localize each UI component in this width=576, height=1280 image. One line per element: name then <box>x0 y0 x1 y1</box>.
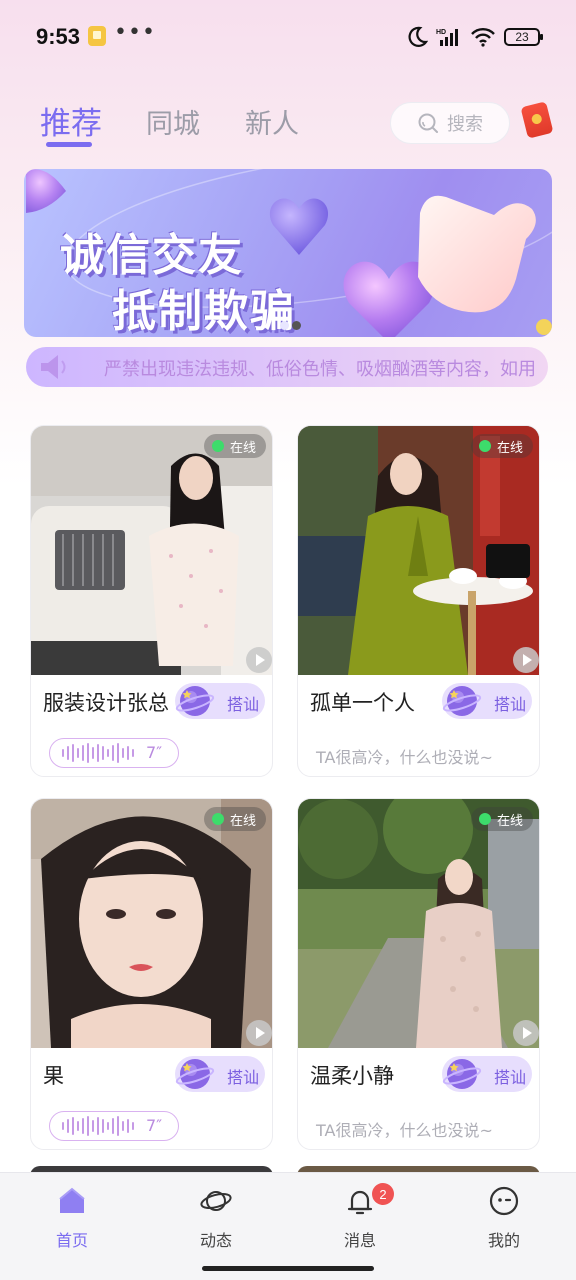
banner-title-line2: 抵制欺骗 <box>112 286 296 337</box>
greet-button[interactable]: 搭讪 <box>175 1056 265 1092</box>
planet-icon <box>175 1059 215 1089</box>
greet-button[interactable]: 搭讪 <box>442 1056 532 1092</box>
online-dot <box>478 440 491 452</box>
user-name: 温柔小静 <box>310 1064 394 1088</box>
online-dot <box>478 813 491 825</box>
greet-label: 搭讪 <box>494 1068 527 1087</box>
user-name: 果 <box>43 1064 64 1088</box>
banner-pager-dot-1 <box>280 321 289 330</box>
online-label: 在线 <box>496 440 523 456</box>
greet-label: 搭讪 <box>494 695 527 714</box>
moon-icon <box>408 26 428 47</box>
search-label: 搜索 <box>447 114 483 135</box>
planet-icon <box>200 1191 232 1211</box>
user-card[interactable]: 在线 果 搭讪 7″ <box>30 798 273 1150</box>
red-packet-icon[interactable] <box>520 101 554 139</box>
home-icon <box>59 1187 85 1213</box>
top-nav: 推荐 同城 新人 搜索 <box>0 96 576 156</box>
planet-icon <box>442 686 482 716</box>
user-bio: TA很高冷，什么也没说~ <box>316 748 493 767</box>
online-label: 在线 <box>496 813 523 829</box>
online-dot <box>211 440 224 452</box>
search-icon <box>418 113 438 133</box>
banner-title-line1: 诚信交友 <box>60 230 244 281</box>
active-tab-indicator <box>46 142 92 147</box>
greet-label: 搭讪 <box>227 1068 260 1087</box>
battery-level: 23 <box>515 30 529 44</box>
home-indicator[interactable] <box>202 1266 374 1271</box>
nav-profile[interactable]: 我的 <box>454 1173 554 1257</box>
bottom-nav: 首页 动态 2 消息 我的 <box>0 1172 576 1256</box>
online-label: 在线 <box>229 440 256 456</box>
notice-bar: 严禁出现违法违规、低俗色情、吸烟酗酒等内容，如用 <box>26 347 548 387</box>
speaker-icon <box>41 355 66 379</box>
play-icon[interactable] <box>246 647 272 673</box>
nav-messages-label: 消息 <box>343 1231 376 1250</box>
svg-text:HD: HD <box>436 29 446 36</box>
unread-badge: 2 <box>372 1183 394 1205</box>
nav-profile-label: 我的 <box>487 1231 520 1250</box>
status-bar: 9:53 ••• HD 23 <box>0 0 576 72</box>
notes-app-icon <box>88 26 106 46</box>
play-icon[interactable] <box>513 1020 539 1046</box>
planet-icon <box>175 686 215 716</box>
user-card[interactable]: 在线 孤单一个人 搭讪 TA很高冷，什么也没说~ <box>297 425 540 777</box>
bell-icon <box>347 1190 373 1215</box>
online-status-badge: 在线 <box>470 807 533 831</box>
voice-intro-button[interactable]: 7″ <box>49 738 179 768</box>
nav-moments[interactable]: 动态 <box>166 1173 266 1257</box>
status-indicators: HD 23 <box>406 26 543 48</box>
tab-recommend[interactable]: 推荐 <box>40 98 102 143</box>
user-card[interactable]: 在线 服装设计张总 搭讪 7″ <box>30 425 273 777</box>
user-card[interactable]: 在线 温柔小静 搭讪 TA很高冷，什么也没说~ <box>297 798 540 1150</box>
status-time: 9:53 <box>36 24 81 49</box>
wifi-icon <box>471 28 495 47</box>
voice-duration: 7″ <box>146 1116 163 1135</box>
nav-messages[interactable]: 2 消息 <box>310 1173 410 1257</box>
greet-button[interactable]: 搭讪 <box>442 683 532 719</box>
banner-pager-dot-2 <box>292 321 301 330</box>
voice-intro-button[interactable]: 7″ <box>49 1111 179 1141</box>
nav-home[interactable]: 首页 <box>22 1173 122 1257</box>
online-status-badge: 在线 <box>470 434 533 458</box>
voice-wave-icon <box>62 743 134 763</box>
promo-banner[interactable]: 诚信交友 抵制欺骗 <box>24 169 552 337</box>
online-label: 在线 <box>229 813 256 829</box>
user-photo[interactable]: 在线 <box>298 799 539 1048</box>
nav-home-label: 首页 <box>55 1231 88 1250</box>
play-icon[interactable] <box>246 1020 272 1046</box>
user-name: 孤单一个人 <box>310 691 415 715</box>
online-status-badge: 在线 <box>203 434 266 458</box>
tab-nearby[interactable]: 同城 <box>146 102 200 141</box>
planet-icon <box>442 1059 482 1089</box>
online-status-badge: 在线 <box>203 807 266 831</box>
greet-label: 搭讪 <box>227 695 260 714</box>
tab-newcomers[interactable]: 新人 <box>245 102 299 141</box>
user-photo[interactable]: 在线 <box>298 426 539 675</box>
notice-text: 严禁出现违法违规、低俗色情、吸烟酗酒等内容，如用 <box>104 359 536 380</box>
search-button[interactable]: 搜索 <box>390 102 510 144</box>
user-bio: TA很高冷，什么也没说~ <box>316 1121 493 1140</box>
play-icon[interactable] <box>513 647 539 673</box>
nav-moments-label: 动态 <box>199 1231 232 1250</box>
cell-signal-icon: HD <box>436 29 458 46</box>
user-photo[interactable]: 在线 <box>31 426 272 675</box>
user-name: 服装设计张总 <box>43 691 169 715</box>
voice-wave-icon <box>62 1116 134 1136</box>
user-photo[interactable]: 在线 <box>31 799 272 1048</box>
face-icon <box>489 1186 519 1216</box>
more-notifications-icon: ••• <box>114 20 156 45</box>
voice-duration: 7″ <box>146 743 163 762</box>
online-dot <box>211 813 224 825</box>
battery-icon: 23 <box>504 28 543 46</box>
greet-button[interactable]: 搭讪 <box>175 683 265 719</box>
